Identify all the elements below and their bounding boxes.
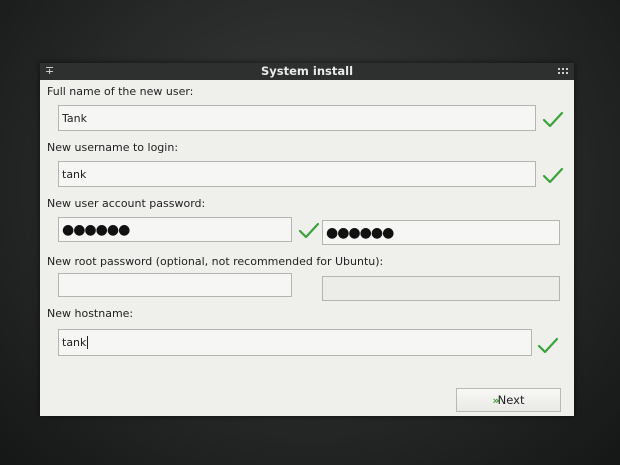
check-icon (542, 167, 564, 184)
password-label: New user account password: (47, 197, 206, 210)
desktop-background: ∓ System install Full name of the new us… (0, 0, 620, 465)
grip-icon[interactable] (558, 68, 568, 76)
text-cursor (87, 336, 89, 349)
password-input[interactable]: ●●●●●● (58, 217, 292, 242)
password-confirm-input[interactable]: ●●●●●● (322, 220, 560, 245)
username-label: New username to login: (47, 141, 179, 154)
check-icon (542, 111, 564, 128)
title-bar[interactable]: ∓ System install (40, 63, 574, 80)
fullname-label: Full name of the new user: (47, 85, 194, 98)
next-button[interactable]: » Next (456, 388, 561, 412)
fullname-value: Tank (62, 111, 87, 125)
system-install-window: ∓ System install Full name of the new us… (40, 63, 574, 416)
password-mask: ●●●●●● (62, 221, 130, 238)
fullname-input[interactable]: Tank (58, 105, 536, 131)
root-password-input[interactable] (58, 273, 292, 297)
check-icon (298, 222, 320, 239)
root-password-label: New root password (optional, not recomme… (47, 255, 384, 268)
check-icon (537, 337, 559, 354)
hostname-label: New hostname: (47, 307, 134, 320)
username-input[interactable]: tank (58, 161, 536, 187)
username-value: tank (62, 167, 87, 181)
root-password-confirm-input[interactable] (322, 276, 560, 301)
hostname-value: tank (62, 336, 87, 349)
window-title: System install (260, 64, 354, 78)
password-confirm-mask: ●●●●●● (326, 224, 394, 241)
hostname-input[interactable]: tank (58, 329, 532, 356)
next-button-label: Next (497, 393, 525, 407)
double-chevron-right-icon: » (492, 393, 500, 407)
